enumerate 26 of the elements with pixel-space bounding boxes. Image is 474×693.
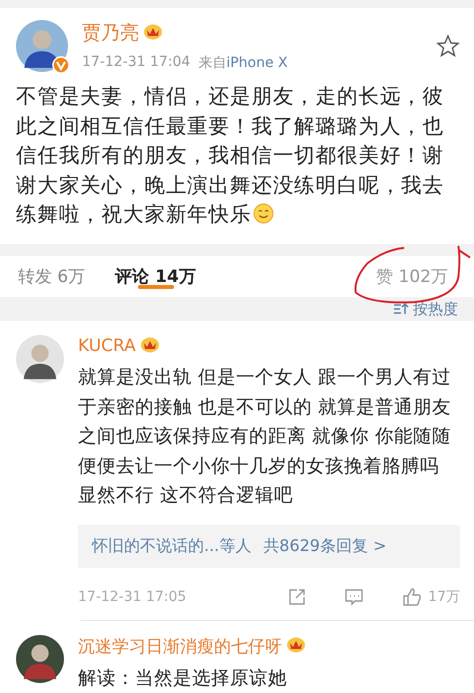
thumbs-up-icon bbox=[402, 586, 422, 607]
avatar[interactable] bbox=[16, 634, 64, 682]
comment-text: 解读：当然是选择原谅她 bbox=[78, 666, 288, 690]
post-time: 17-12-31 17:04 bbox=[82, 54, 190, 72]
sort-option[interactable]: 按热度 bbox=[413, 300, 458, 319]
post-text: 不管是夫妻，情侣，还是朋友，走的长远，彼此之间相互信任最重要！我了解璐璐为人，也信任我所有的朋友，我相信一切都很美好！谢谢大家关心，晚上演出舞还没练明白呢，我去练舞啦，祝大家新年快乐 bbox=[15, 83, 445, 228]
share-icon[interactable] bbox=[288, 588, 306, 606]
crown-icon bbox=[286, 635, 306, 653]
like-button[interactable]: 17万 bbox=[402, 586, 460, 607]
star-icon[interactable] bbox=[436, 34, 460, 58]
post-source: 来自 iPhone X bbox=[198, 54, 288, 72]
crown-icon bbox=[140, 335, 160, 354]
comment-text: 就算是没出轨 但是一个女人 跟一个男人有过于亲密的接触 也是不可以的 就算是普通朋友之间也应该保持应有的距离 就像你 你能随随便便去让一个小你十几岁的女孩挽着胳膊吗显然不行 这不符合逻辑吧 bbox=[78, 366, 452, 508]
avatar[interactable] bbox=[16, 20, 68, 72]
comment-time: 17-12-31 17:05 bbox=[78, 588, 188, 605]
commenter-name[interactable]: KUCRA bbox=[78, 336, 136, 356]
replies-link[interactable]: 怀旧的不说话的...等人 共8629条回复 > bbox=[78, 524, 460, 568]
like-count[interactable]: 赞 102万 bbox=[376, 264, 448, 288]
commenter-name[interactable]: 沉迷学习日渐消瘦的七仔呀 bbox=[78, 634, 282, 658]
avatar[interactable] bbox=[16, 335, 64, 384]
tab[interactable]: 评论 14万 bbox=[115, 256, 196, 297]
tab[interactable]: 转发 6万 bbox=[18, 256, 86, 297]
sort-icon bbox=[393, 302, 409, 316]
crown-icon bbox=[143, 22, 163, 40]
author-name[interactable]: 贾乃亮 bbox=[82, 20, 139, 46]
reply-icon[interactable] bbox=[344, 588, 364, 606]
